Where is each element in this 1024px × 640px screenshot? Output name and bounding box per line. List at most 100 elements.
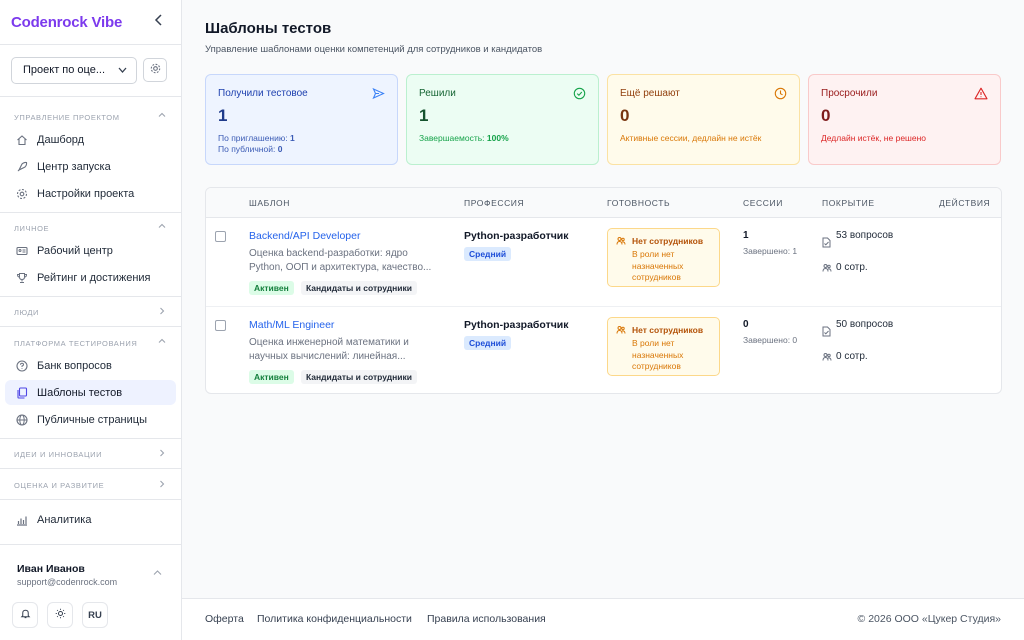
sidebar-item-test-templates[interactable]: Шаблоны тестов bbox=[5, 380, 176, 405]
chevron-right-icon[interactable] bbox=[158, 480, 166, 490]
section-ideas[interactable]: Идеи и инновации bbox=[14, 450, 102, 459]
footer-link-terms[interactable]: Правила использования bbox=[427, 613, 546, 625]
stat-value: 0 bbox=[821, 106, 831, 125]
note-value: 1 bbox=[289, 133, 295, 143]
section-assessment[interactable]: Оценка и развитие bbox=[14, 481, 104, 490]
table-row[interactable]: Math/ML Engineer Оценка инженерной матем… bbox=[206, 306, 1001, 393]
stat-card-solved: Решили 1 Завершаемость: 100% bbox=[406, 74, 599, 165]
divider bbox=[0, 468, 182, 469]
footer-link-privacy[interactable]: Политика конфиденциальности bbox=[257, 613, 412, 625]
chevron-right-icon[interactable] bbox=[158, 449, 166, 459]
description-line: Оценка инженерной математики и bbox=[249, 337, 409, 348]
chevron-right-icon[interactable] bbox=[158, 307, 166, 317]
sidebar-item-label: Банк вопросов bbox=[37, 359, 112, 372]
note-value: 0 bbox=[277, 144, 283, 154]
note-label: По публичной: bbox=[218, 144, 276, 154]
sidebar-item-label: Рейтинг и достижения bbox=[37, 271, 151, 284]
sidebar-item-dashboard[interactable]: Дашборд bbox=[5, 127, 176, 152]
column-header-readiness[interactable]: Готовность bbox=[607, 198, 670, 208]
readiness-description: В роли нет назначенных сотрудников bbox=[632, 338, 684, 371]
project-settings-button[interactable] bbox=[143, 58, 167, 82]
page-subtitle: Управление шаблонами оценки компетенций … bbox=[205, 44, 543, 55]
column-header-template[interactable]: Шаблон bbox=[249, 198, 290, 208]
coverage-employees: 0 сотр. bbox=[836, 262, 868, 273]
language-button[interactable]: RU bbox=[82, 602, 108, 628]
stat-note: Завершаемость: 100% bbox=[419, 133, 509, 144]
clock-icon bbox=[774, 87, 787, 103]
brand-logo[interactable]: Codenrock Vibe bbox=[11, 14, 122, 31]
question-icon bbox=[16, 359, 28, 372]
sidebar-item-analytics[interactable]: Аналитика bbox=[5, 507, 176, 532]
template-title-link[interactable]: Backend/API Developer bbox=[249, 230, 360, 242]
stat-label: Решили bbox=[419, 88, 456, 99]
chevron-down-icon bbox=[118, 58, 127, 93]
section-personal[interactable]: Личное bbox=[14, 224, 49, 233]
table-header: Шаблон Профессия Готовность Сессии Покры… bbox=[206, 188, 1001, 218]
sidebar-item-question-bank[interactable]: Банк вопросов bbox=[5, 353, 176, 378]
divider bbox=[0, 96, 182, 97]
chevron-up-icon[interactable] bbox=[153, 569, 162, 579]
column-header-profession[interactable]: Профессия bbox=[464, 198, 524, 208]
coverage-employees: 0 сотр. bbox=[836, 351, 868, 362]
theme-toggle-button[interactable] bbox=[47, 602, 73, 628]
chevron-up-icon[interactable] bbox=[158, 222, 166, 232]
trophy-icon bbox=[16, 272, 28, 284]
send-icon bbox=[372, 87, 385, 103]
gear-icon bbox=[150, 63, 161, 77]
row-checkbox[interactable] bbox=[215, 231, 226, 242]
status-badge: Активен bbox=[249, 281, 294, 295]
team-icon bbox=[616, 325, 626, 337]
profession-name: Python-разработчик bbox=[464, 319, 569, 331]
section-testing-platform[interactable]: Платформа тестирования bbox=[14, 339, 137, 348]
collapse-sidebar-icon[interactable] bbox=[152, 14, 166, 30]
home-icon bbox=[16, 134, 28, 146]
sidebar-item-label: Дашборд bbox=[37, 133, 85, 146]
project-select[interactable]: Проект по оце... bbox=[11, 57, 137, 84]
sidebar-item-launch-center[interactable]: Центр запуска bbox=[5, 154, 176, 179]
template-description: Оценка backend-разработки: ядро Python, … bbox=[249, 247, 449, 275]
divider bbox=[0, 326, 182, 327]
sidebar-item-project-settings[interactable]: Настройки проекта bbox=[5, 181, 176, 206]
footer-link-offer[interactable]: Оферта bbox=[205, 613, 244, 625]
coverage-questions: 53 вопросов bbox=[836, 230, 894, 241]
sessions-count: 0 bbox=[743, 319, 749, 330]
stat-note: Активные сессии, дедлайн не истёк bbox=[620, 133, 762, 143]
chevron-up-icon[interactable] bbox=[158, 337, 166, 347]
audience-badge: Кандидаты и сотрудники bbox=[301, 370, 417, 384]
column-header-coverage[interactable]: Покрытие bbox=[822, 198, 875, 208]
page-title: Шаблоны тестов bbox=[205, 20, 332, 37]
sidebar-item-label: Шаблоны тестов bbox=[37, 386, 123, 399]
sidebar-item-label: Настройки проекта bbox=[37, 187, 135, 200]
section-people[interactable]: Люди bbox=[14, 308, 39, 317]
templates-table: Шаблон Профессия Готовность Сессии Покры… bbox=[205, 187, 1002, 394]
template-title-link[interactable]: Math/ML Engineer bbox=[249, 319, 334, 331]
row-checkbox[interactable] bbox=[215, 320, 226, 331]
sidebar-item-label: Аналитика bbox=[37, 513, 92, 526]
sessions-completed: Завершено: 1 bbox=[743, 246, 798, 256]
audience-badge: Кандидаты и сотрудники bbox=[301, 281, 417, 295]
section-project-management[interactable]: Управление проектом bbox=[14, 113, 120, 122]
stat-card-overdue: Просрочили 0 Дедлайн истёк, не решено bbox=[808, 74, 1001, 165]
level-badge: Средний bbox=[464, 247, 512, 261]
user-name[interactable]: Иван Иванов bbox=[17, 563, 85, 575]
stat-value: 1 bbox=[218, 106, 228, 125]
sidebar-item-public-pages[interactable]: Публичные страницы bbox=[5, 407, 176, 432]
description-line: Оценка backend-разработки: ядро bbox=[249, 248, 408, 259]
sidebar-item-work-center[interactable]: Рабочий центр bbox=[5, 238, 176, 263]
sessions-completed: Завершено: 0 bbox=[743, 335, 798, 345]
notifications-button[interactable] bbox=[12, 602, 38, 628]
description-line: научных вычислений: линейная... bbox=[249, 351, 406, 362]
column-header-sessions[interactable]: Сессии bbox=[743, 198, 783, 208]
divider bbox=[0, 544, 182, 545]
users-icon bbox=[822, 263, 832, 275]
column-header-actions: Действия bbox=[939, 198, 991, 208]
user-email: support@codenrock.com bbox=[17, 577, 118, 587]
sidebar-item-rating[interactable]: Рейтинг и достижения bbox=[5, 265, 176, 290]
profession-name: Python-разработчик bbox=[464, 230, 569, 242]
status-badge: Активен bbox=[249, 370, 294, 384]
readiness-title: Нет сотрудников bbox=[632, 325, 704, 335]
table-row[interactable]: Backend/API Developer Оценка backend-раз… bbox=[206, 218, 1001, 307]
stat-label: Просрочили bbox=[821, 88, 878, 99]
stat-card-in-progress: Ещё решают 0 Активные сессии, дедлайн не… bbox=[607, 74, 800, 165]
chevron-up-icon[interactable] bbox=[158, 111, 166, 121]
